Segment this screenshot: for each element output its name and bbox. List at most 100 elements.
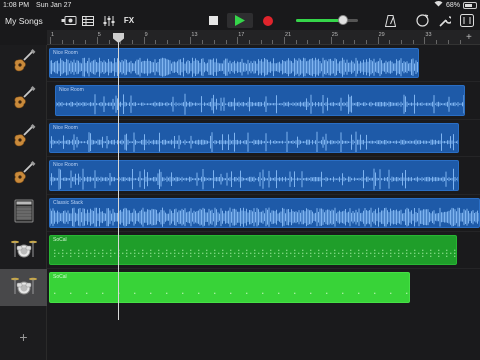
track-header[interactable] [0,232,47,269]
ruler-bar-label: 21 [285,32,292,38]
ruler-tick [131,40,133,44]
metronome-icon [384,14,396,27]
acoustic-guitar-icon [12,123,36,153]
ruler-tick [330,37,332,44]
ruler-tick [225,40,227,44]
status-bar: 1:08 PM Sun Jan 27 68% [0,0,480,11]
audio-waveform [50,168,458,190]
playhead-line [118,34,119,320]
wifi-icon [434,0,443,11]
ruler-tick [248,40,250,44]
ruler-tick [401,40,402,44]
tracks-view-icon [82,15,94,26]
song-settings-icon [460,14,474,27]
ruler-tick [424,37,426,44]
ruler-tick [389,40,391,44]
play-button[interactable] [227,13,253,28]
ruler-tick [459,40,461,44]
track-region[interactable]: Classic Stack [49,197,480,228]
ruler-tick [447,40,449,44]
lane-divider [47,156,480,158]
ruler-bar-label: 29 [378,32,385,38]
track-header[interactable] [0,269,47,307]
add-section-button[interactable]: + [466,32,472,43]
volume-fill [296,19,343,22]
instrument-browser-button[interactable] [60,11,78,30]
lane-divider [47,118,480,120]
drum-pattern [54,293,408,295]
status-date: Sun Jan 27 [36,2,72,9]
garageband-window: 1:08 PM Sun Jan 27 68% My Songs FX 1 5 9… [0,0,480,360]
metronome-button[interactable] [383,11,397,30]
ruler-bar-label: 13 [191,32,198,38]
fx-button[interactable]: FX [122,11,136,30]
ruler-tick [202,40,204,44]
ruler-tick [190,37,192,44]
ruler-tick [377,37,379,44]
track-header[interactable] [0,195,47,232]
ruler-tick [284,37,285,44]
track-region[interactable]: Nice Room [55,85,465,116]
battery-percent: 68% [445,2,460,9]
track-header[interactable] [0,120,47,157]
song-settings-button[interactable] [459,11,475,30]
ruler-tick [412,40,414,44]
track-header[interactable] [0,82,47,119]
ruler-tick [73,40,75,44]
stop-button[interactable] [204,11,222,30]
drum-kit-icon [10,237,37,264]
ruler-tick [272,40,274,44]
track-region[interactable]: Nice Room [49,122,459,154]
ruler-tick [260,40,262,44]
timeline-ruler[interactable]: 1 5 9 13 17 21 25 29 33 [47,30,480,45]
browser-icon [61,16,77,25]
acoustic-guitar-icon [12,86,36,115]
ruler-tick [354,40,356,44]
wrench-icon [439,15,451,27]
settings-wrench-button[interactable] [437,11,453,30]
lane-divider [47,268,480,270]
play-icon [235,15,245,26]
track-header[interactable] [0,45,47,82]
track-region[interactable]: SoCal [49,235,457,266]
track-lanes: Nice Room Nice Room Nice Room Nice Room Clas… [47,45,480,360]
volume-knob[interactable] [337,15,348,25]
ruler-tick [365,40,367,44]
status-time: 1:08 PM [3,2,30,9]
my-songs-button[interactable]: My Songs [5,11,43,30]
acoustic-guitar-icon [12,161,36,190]
ruler-tick [108,40,110,44]
ruler-tick [342,40,344,44]
add-track-button[interactable]: + [0,327,47,347]
audio-waveform [50,131,458,153]
ruler-tick [213,40,215,44]
ruler-tick [85,40,87,44]
ruler-tick [319,40,321,44]
ruler-tick [436,40,438,44]
lane-divider [47,81,480,83]
record-icon [263,15,273,26]
track-region[interactable]: Nice Room [49,48,419,79]
loop-browser-button[interactable] [414,11,430,30]
ruler-bar-label: 9 [144,32,148,38]
mixer-button[interactable] [102,11,116,30]
ruler-tick [96,37,98,44]
track-header[interactable] [0,157,47,194]
record-button[interactable] [259,11,277,30]
tracks-view-button[interactable] [81,11,95,30]
ruler-tick [178,40,180,44]
track-region[interactable]: Nice Room [49,160,459,191]
ruler-tick [307,40,309,44]
track-region[interactable]: SoCal [49,272,410,303]
loop-icon [415,14,429,27]
toolbar: My Songs FX [0,11,480,30]
ruler-tick [50,37,51,44]
master-volume-slider[interactable] [296,15,358,25]
ruler-tick [143,37,145,44]
ruler-bar-label: 33 [425,32,432,38]
ruler-tick [295,40,297,44]
track-headers: + [0,45,47,360]
ruler-bar-label: 1 [51,32,55,38]
ruler-tick [61,40,63,44]
ruler-tick [237,37,239,44]
